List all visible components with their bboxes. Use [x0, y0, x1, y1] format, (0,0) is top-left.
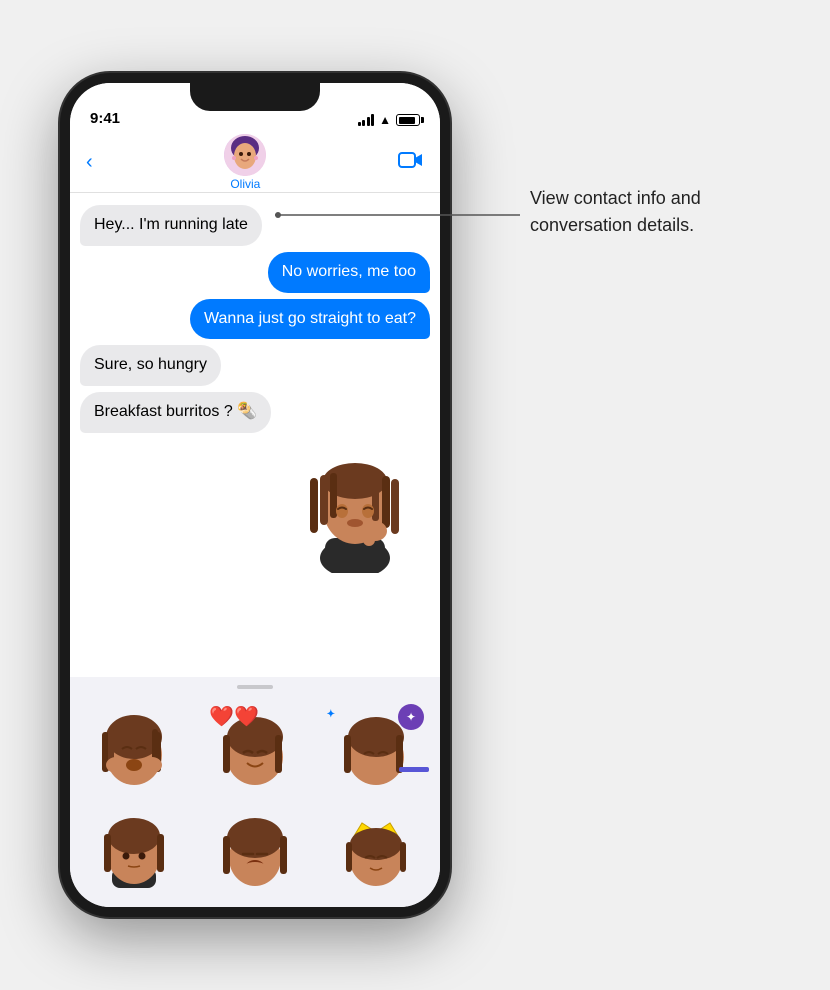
- sticker-item[interactable]: [76, 800, 191, 895]
- sticker-item[interactable]: [76, 699, 191, 794]
- message-text: No worries, me too: [282, 263, 416, 280]
- sticker-yawning: [215, 808, 295, 888]
- notch: [190, 83, 320, 111]
- bar-overlay: [399, 767, 429, 772]
- annotation-text: View contact info and conversation detai…: [530, 188, 701, 235]
- messages-area[interactable]: Hey... I'm running late No worries, me t…: [70, 193, 440, 722]
- back-button[interactable]: ‹: [86, 151, 93, 174]
- message-bubble: Sure, so hungry: [80, 345, 221, 386]
- contact-name: Olivia: [230, 177, 260, 191]
- annotation: View contact info and conversation detai…: [530, 185, 701, 239]
- message-row: Wanna just go straight to eat?: [80, 299, 430, 340]
- drag-handle: [237, 685, 273, 689]
- message-row: No worries, me too: [80, 252, 430, 293]
- message-text: Wanna just go straight to eat?: [204, 310, 416, 327]
- message-bubble: Wanna just go straight to eat?: [190, 299, 430, 340]
- contact-info-button[interactable]: Olivia: [224, 134, 266, 191]
- nav-header: ‹: [70, 133, 440, 193]
- message-text: Breakfast burritos ? 🌯: [94, 403, 257, 420]
- status-icons: ▲: [358, 113, 420, 127]
- sticker-crown: [336, 808, 416, 888]
- sticker-normal: [94, 808, 174, 888]
- memoji-message: [80, 443, 430, 573]
- message-row: Sure, so hungry: [80, 345, 430, 386]
- star-overlay: ✦: [327, 709, 335, 720]
- memoji-sticker: [290, 443, 420, 573]
- message-row: Breakfast burritos ? 🌯: [80, 392, 430, 433]
- silent-button: [60, 243, 62, 283]
- battery-icon: [396, 114, 420, 126]
- volume-up-button: [60, 298, 62, 363]
- message-bubble: No worries, me too: [268, 252, 430, 293]
- hearts-overlay: ❤️❤️: [209, 704, 259, 729]
- sticker-item[interactable]: ❤️❤️: [197, 699, 312, 794]
- volume-down-button: [60, 373, 62, 438]
- sticker-item[interactable]: [197, 800, 312, 895]
- wifi-icon: ▲: [379, 113, 391, 127]
- memoji-figure: [290, 443, 420, 573]
- sparkle-badge: ✦: [398, 704, 424, 730]
- message-text: Hey... I'm running late: [94, 216, 248, 233]
- message-text: Sure, so hungry: [94, 356, 207, 373]
- sticker-sneezing: [94, 707, 174, 787]
- signal-icon: [358, 114, 375, 126]
- message-bubble: Breakfast burritos ? 🌯: [80, 392, 271, 433]
- message-row: Hey... I'm running late: [80, 205, 430, 246]
- status-time: 9:41: [90, 110, 120, 127]
- video-call-button[interactable]: [398, 149, 424, 177]
- sticker-item[interactable]: ✦ ✦: [319, 699, 434, 794]
- sticker-grid: ❤️❤️ ✦ ✦: [76, 699, 434, 895]
- sticker-panel: ❤️❤️ ✦ ✦: [70, 677, 440, 907]
- sticker-item[interactable]: [319, 800, 434, 895]
- video-icon: [398, 149, 424, 171]
- avatar-image: [224, 134, 266, 176]
- phone-frame: 9:41 ▲ ‹: [60, 73, 450, 917]
- message-bubble: Hey... I'm running late: [80, 205, 262, 246]
- power-button: [448, 283, 450, 353]
- avatar: [224, 134, 266, 176]
